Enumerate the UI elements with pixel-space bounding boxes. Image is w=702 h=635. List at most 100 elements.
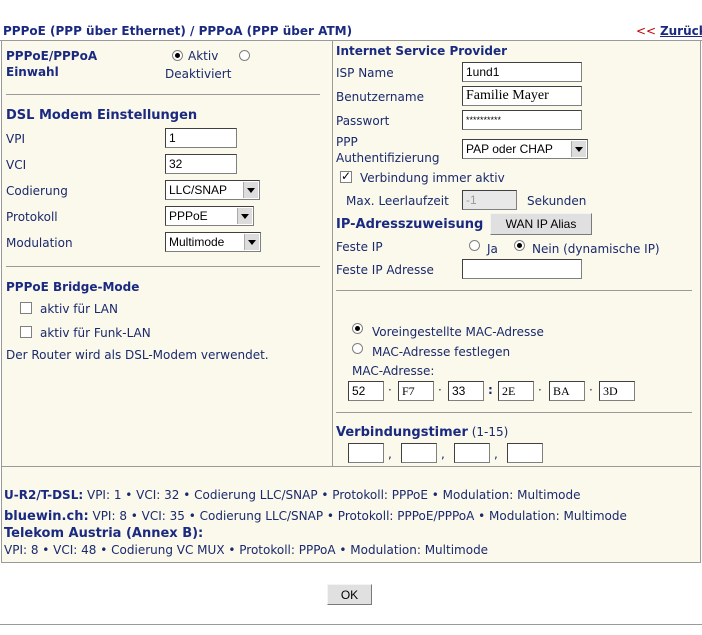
mac-octet-4-input[interactable]: 2E <box>498 381 534 401</box>
codierung-label: Codierung <box>6 184 68 198</box>
mac-preset-radio[interactable] <box>352 323 363 334</box>
mac-octet-3-input[interactable]: 33 <box>448 381 484 401</box>
right-divider-1 <box>336 290 692 291</box>
mac-set-label: MAC-Adresse festlegen <box>372 345 511 359</box>
modulation-label: Modulation <box>6 236 73 250</box>
modulation-select[interactable]: Multimode <box>165 232 261 252</box>
mac-separator: · <box>388 383 392 397</box>
modulation-chevron-down-icon[interactable] <box>244 234 259 250</box>
fixed-ip-address-input[interactable] <box>462 259 582 279</box>
codierung-select[interactable]: LLC/SNAP <box>165 180 260 200</box>
top-divider <box>0 40 702 41</box>
mac-separator: : <box>488 383 493 397</box>
einwahl-aktiv-radio[interactable] <box>172 50 183 61</box>
mac-octet-6-input[interactable]: 3D <box>599 381 635 401</box>
password-label: Passwort <box>336 114 390 128</box>
password-input[interactable]: ********** <box>462 110 582 130</box>
einwahl-aktiv-label: Aktiv <box>188 49 219 63</box>
panel-bottom-border <box>1 562 701 563</box>
username-input[interactable]: Familie Mayer <box>462 86 582 106</box>
username-label: Benutzername <box>336 90 424 104</box>
mac-octet-2-input[interactable]: F7 <box>398 381 434 401</box>
mac-separator: · <box>538 383 542 397</box>
protokoll-label: Protokoll <box>6 210 58 224</box>
einwahl-deaktiviert-label: Deaktiviert <box>165 67 232 81</box>
mac-octet-5-input[interactable]: BA <box>549 381 585 401</box>
mac-set-radio[interactable] <box>352 343 363 354</box>
mac-address-label: MAC-Adresse: <box>352 364 435 378</box>
timer-input-4[interactable] <box>507 443 543 463</box>
column-divider <box>332 40 333 466</box>
preset-values: VPI: 8 • VCI: 35 • Codierung LLC/SNAP • … <box>92 509 627 523</box>
preset-info-ur2: U-R2/T-DSL: VPI: 1 • VCI: 32 • Codierung… <box>4 488 581 502</box>
left-divider-1 <box>6 94 320 95</box>
timer-separator: , <box>441 447 445 461</box>
mac-separator: · <box>589 383 593 397</box>
left-border <box>1 40 2 562</box>
back-chevron-icon: << <box>636 24 657 38</box>
vci-label: VCI <box>6 158 27 172</box>
bottom-info-divider <box>1 466 701 467</box>
left-divider-2 <box>6 266 320 267</box>
modulation-value: Multimode <box>169 235 225 249</box>
fixed-ip-ja-label: Ja <box>487 242 498 256</box>
preset-name: U-R2/T-DSL: <box>4 488 84 502</box>
right-divider-2 <box>336 412 692 413</box>
codierung-chevron-down-icon[interactable] <box>243 182 258 198</box>
preset-name: Telekom Austria (Annex B): <box>4 526 204 541</box>
isp-name-input[interactable]: 1und1 <box>462 62 582 82</box>
bridge-note: Der Router wird als DSL-Modem verwendet. <box>6 348 269 362</box>
wan-ip-alias-button[interactable]: WAN IP Alias <box>490 213 592 235</box>
codierung-value: LLC/SNAP <box>169 183 228 197</box>
ok-button[interactable]: OK <box>327 584 372 605</box>
idle-time-label: Max. Leerlaufzeit <box>346 194 449 208</box>
timer-range: (1-15) <box>471 425 509 439</box>
right-border <box>700 40 701 562</box>
einwahl-deaktiviert-radio[interactable] <box>239 50 250 61</box>
bridge-heading: PPPoE Bridge-Mode <box>6 280 140 294</box>
preset-name: bluewin.ch: <box>4 509 89 524</box>
isp-heading: Internet Service Provider <box>336 44 507 58</box>
auth-label-line2: Authentifizierung <box>336 151 440 165</box>
ip-heading: IP-Adresszuweisung <box>336 217 484 232</box>
back-link-label: Zurück <box>659 24 702 38</box>
auth-select[interactable]: PAP oder CHAP <box>462 139 588 159</box>
page-bottom-line <box>0 624 702 625</box>
idle-time-input[interactable]: -1 <box>462 190 517 210</box>
vci-input[interactable]: 32 <box>165 154 237 174</box>
preset-values: VPI: 1 • VCI: 32 • Codierung LLC/SNAP • … <box>86 488 581 502</box>
fixed-ip-ja-radio[interactable] <box>469 240 480 251</box>
timer-input-1[interactable] <box>348 443 384 463</box>
protokoll-chevron-down-icon[interactable] <box>237 208 252 224</box>
back-link[interactable]: << Zurück <box>636 24 702 38</box>
dsl-heading: DSL Modem Einstellungen <box>6 108 198 123</box>
preset-values-telekom: VPI: 8 • VCI: 48 • Codierung VC MUX • Pr… <box>4 543 489 557</box>
fixed-ip-label: Feste IP <box>336 240 383 254</box>
bridge-funk-checkbox[interactable] <box>20 326 32 338</box>
bridge-lan-checkbox[interactable] <box>20 302 32 314</box>
fixed-ip-nein-radio[interactable] <box>514 240 525 251</box>
mac-octet-1-input[interactable]: 52 <box>348 381 384 401</box>
timer-heading: Verbindungstimer (1-15) <box>336 425 508 440</box>
vpi-input[interactable]: 1 <box>165 128 237 148</box>
timer-heading-label: Verbindungstimer <box>336 425 468 440</box>
preset-info-bluewin: bluewin.ch: VPI: 8 • VCI: 35 • Codierung… <box>4 509 627 524</box>
protokoll-select[interactable]: PPPoE <box>165 206 254 226</box>
mac-separator: · <box>438 383 442 397</box>
auth-chevron-down-icon[interactable] <box>571 141 586 157</box>
auth-label-line1: PPP <box>336 135 358 149</box>
einwahl-label: PPPoE/PPPoA Einwahl <box>6 49 98 79</box>
timer-input-2[interactable] <box>401 443 437 463</box>
page-title: PPPoE (PPP über Ethernet) / PPPoA (PPP ü… <box>3 24 353 38</box>
vpi-label: VPI <box>6 132 25 146</box>
protokoll-value: PPPoE <box>169 209 208 223</box>
fixed-ip-address-label: Feste IP Adresse <box>336 263 434 277</box>
timer-separator: , <box>494 447 498 461</box>
always-active-label: Verbindung immer aktiv <box>360 171 505 185</box>
always-active-checkbox[interactable] <box>340 169 352 183</box>
isp-name-label: ISP Name <box>336 66 394 80</box>
timer-input-3[interactable] <box>454 443 490 463</box>
mac-preset-label: Voreingestellte MAC-Adresse <box>372 325 544 339</box>
idle-time-unit: Sekunden <box>527 194 587 208</box>
timer-separator: , <box>388 447 392 461</box>
